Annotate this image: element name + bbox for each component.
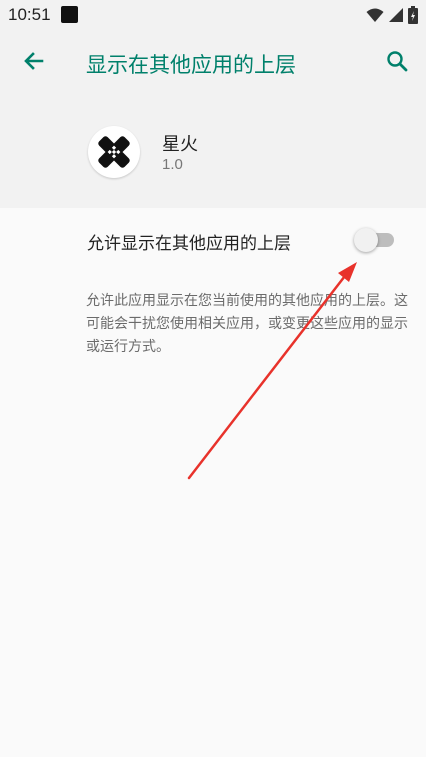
search-button[interactable] [378, 44, 416, 82]
app-version: 1.0 [162, 156, 183, 173]
notification-app-icon [61, 6, 78, 23]
app-bar: 显示在其他应用的上层 [0, 30, 426, 96]
back-button[interactable] [14, 45, 54, 81]
app-header: 星火 1.0 [0, 96, 426, 208]
settings-screen: 10:51 显示在其他应用的上层 星火 1.0 允许显示在其他应用的上层 允许此… [0, 0, 426, 757]
status-icons [366, 6, 418, 24]
battery-icon [408, 6, 418, 24]
app-icon [88, 126, 140, 178]
overlay-permission-row[interactable]: 允许显示在其他应用的上层 [0, 208, 426, 272]
arrow-left-icon [22, 49, 46, 77]
toggle-thumb [354, 228, 378, 252]
status-time: 10:51 [8, 5, 51, 24]
overlay-permission-label: 允许显示在其他应用的上层 [87, 234, 291, 254]
search-icon [385, 49, 409, 77]
wifi-icon [366, 7, 384, 23]
overlay-permission-toggle[interactable] [354, 228, 396, 252]
permission-description: 允许此应用显示在您当前使用的其他应用的上层。这可能会干扰您使用相关应用，或变更这… [86, 293, 408, 355]
app-name: 星火 [162, 134, 198, 155]
status-bar: 10:51 [0, 0, 426, 30]
page-title: 显示在其他应用的上层 [86, 53, 296, 77]
bandage-icon [98, 136, 130, 168]
signal-icon [388, 7, 404, 23]
